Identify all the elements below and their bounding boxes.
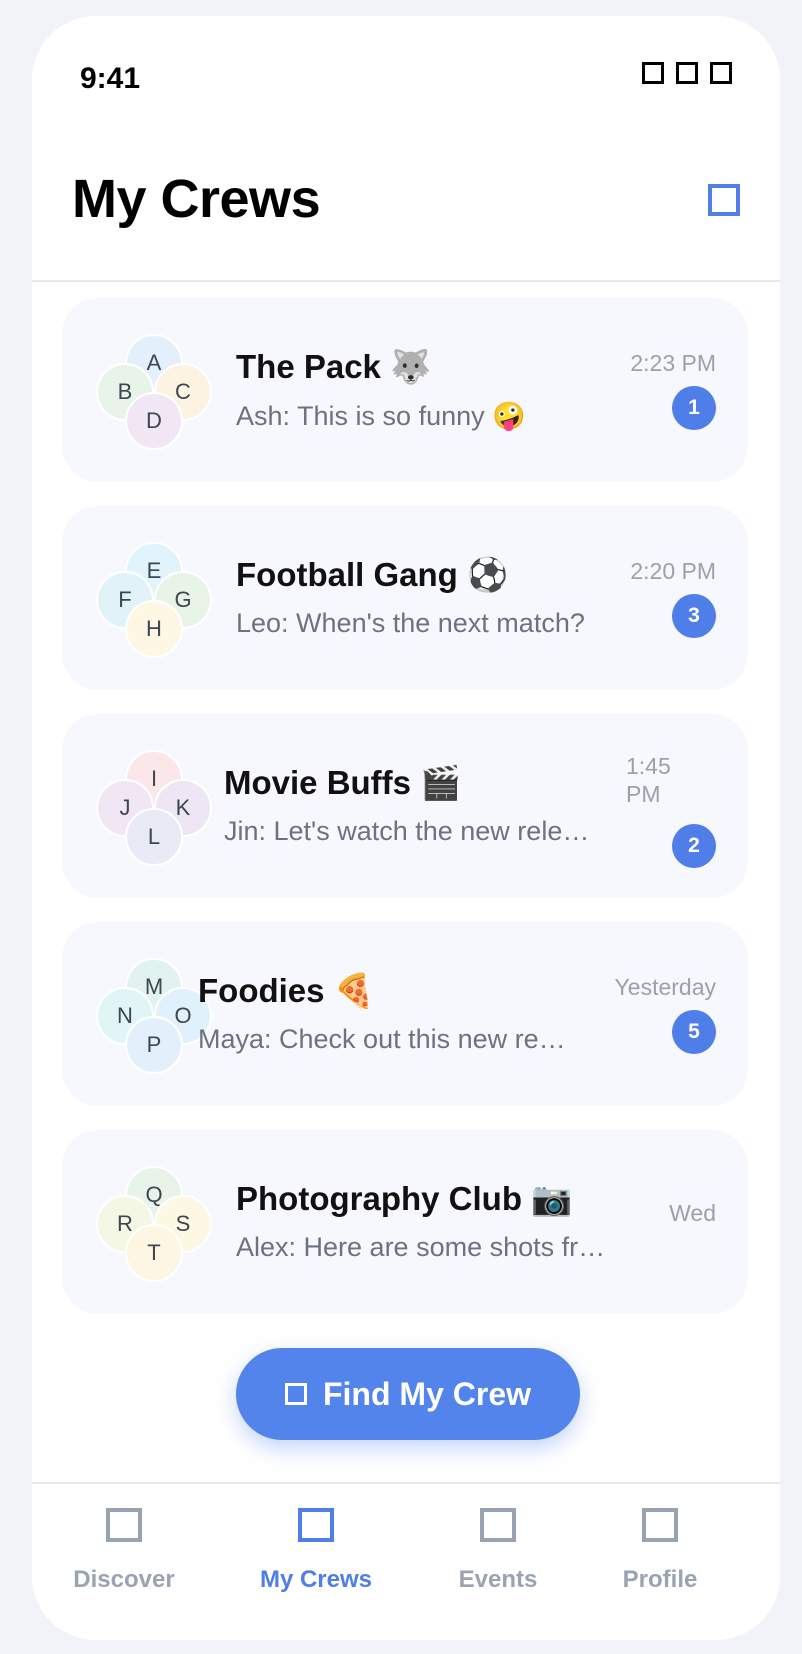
crew-last-message: Alex: Here are some shots fr…	[236, 1232, 606, 1262]
crew-last-message: Ash: This is so funny 🤪	[236, 401, 526, 431]
crew-time: Wed	[669, 1200, 716, 1226]
signal-icon	[642, 62, 664, 84]
page-title: My Crews	[72, 169, 321, 229]
tab-events[interactable]: Events	[408, 1508, 588, 1594]
avatar: D	[125, 392, 183, 450]
header: My Crews	[32, 116, 780, 282]
avatar: P	[125, 1016, 183, 1074]
bottom-tab-bar: Discover My Crews Events Profile	[32, 1482, 780, 1640]
crew-name: Photography Club 📷	[236, 1180, 573, 1217]
avatar: H	[125, 600, 183, 658]
crew-list: A B C D The Pack 🐺 Ash: This is so funny…	[62, 298, 750, 1338]
unread-badge: 3	[672, 594, 716, 638]
unread-badge: 2	[672, 824, 716, 868]
crew-name: The Pack 🐺	[236, 348, 432, 385]
crew-time: Yesterday	[614, 974, 716, 1000]
tab-my-crews[interactable]: My Crews	[226, 1508, 406, 1594]
crew-card-movie-buffs[interactable]: I J K L Movie Buffs 🎬 Jin: Let's watch t…	[62, 714, 748, 898]
new-crew-icon[interactable]	[708, 184, 740, 216]
avatar: L	[125, 808, 183, 866]
battery-icon	[710, 62, 732, 84]
wifi-icon	[676, 62, 698, 84]
crew-time: 1:45 PM	[626, 753, 671, 807]
crews-icon	[298, 1508, 334, 1542]
tab-discover[interactable]: Discover	[34, 1508, 214, 1594]
unread-badge: 1	[672, 386, 716, 430]
tab-label: My Crews	[259, 1566, 373, 1593]
crew-time: 2:23 PM	[630, 350, 716, 376]
user-icon	[642, 1508, 678, 1542]
status-bar: 9:41	[32, 16, 780, 116]
avatar: T	[125, 1224, 183, 1282]
tab-profile[interactable]: Profile	[570, 1508, 750, 1594]
crew-avatars: E F G H	[96, 542, 212, 658]
search-icon	[284, 1383, 307, 1405]
crew-name: Foodies 🍕	[198, 972, 375, 1009]
tab-label: Discover	[73, 1566, 175, 1593]
crew-name: Movie Buffs 🎬	[224, 764, 462, 801]
tab-label: Profile	[622, 1566, 698, 1593]
status-time: 9:41	[80, 62, 141, 95]
crew-avatars: M N O P	[96, 958, 212, 1074]
find-my-crew-button[interactable]: Find My Crew	[236, 1348, 580, 1440]
tab-label: Events	[458, 1566, 538, 1593]
calendar-icon	[480, 1508, 516, 1542]
crew-last-message: Leo: When's the next match?	[236, 608, 585, 638]
crew-time: 2:20 PM	[630, 558, 716, 584]
compass-icon	[106, 1508, 142, 1542]
crew-card-football-gang[interactable]: E F G H Football Gang ⚽ Leo: When's the …	[62, 506, 748, 690]
crew-avatars: Q R S T	[96, 1166, 212, 1282]
crew-avatars: I J K L	[96, 750, 212, 866]
crew-last-message: Jin: Let's watch the new rele…	[224, 816, 590, 846]
crew-card-foodies[interactable]: M N O P Foodies 🍕 Maya: Check out this n…	[62, 922, 748, 1106]
unread-badge: 5	[672, 1010, 716, 1054]
phone-screen: 9:41 My Crews A B C D The Pack 🐺 Ash: Th…	[32, 16, 780, 1640]
crew-avatars: A B C D	[96, 334, 212, 450]
crew-name: Football Gang ⚽	[236, 556, 509, 593]
crew-card-photography-club[interactable]: Q R S T Photography Club 📷 Alex: Here ar…	[62, 1130, 748, 1314]
status-icons	[642, 62, 732, 84]
find-my-crew-label: Find My Crew	[322, 1375, 531, 1412]
crew-last-message: Maya: Check out this new re…	[198, 1024, 566, 1054]
crew-card-the-pack[interactable]: A B C D The Pack 🐺 Ash: This is so funny…	[62, 298, 748, 482]
